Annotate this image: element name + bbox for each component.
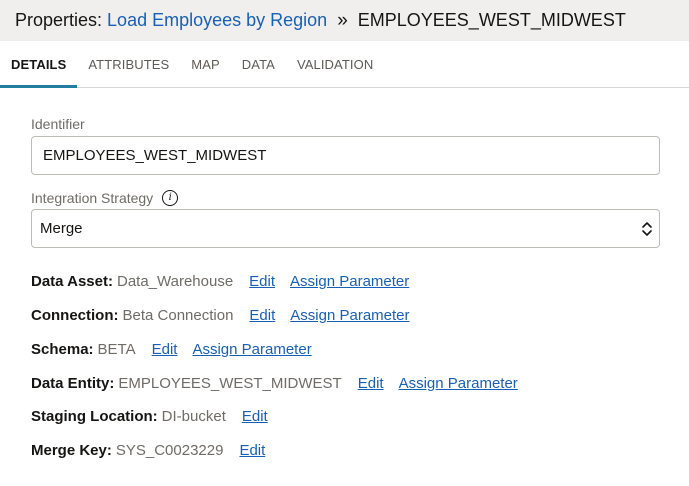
tab-attributes[interactable]: ATTRIBUTES	[88, 41, 169, 87]
property-key: Schema:	[31, 341, 94, 358]
property-value: BETA	[97, 341, 136, 358]
info-icon[interactable]: i	[162, 190, 179, 206]
property-connection: Connection: Beta Connection Edit Assign …	[31, 307, 410, 324]
integration-strategy-label-row: Integration Strategy i	[31, 189, 179, 207]
edit-schema-link[interactable]: Edit	[152, 341, 178, 358]
property-merge-key: Merge Key: SYS_C0023229 Edit	[31, 442, 265, 459]
property-key: Staging Location:	[31, 408, 158, 425]
edit-data-asset-link[interactable]: Edit	[249, 273, 275, 290]
edit-merge-key-link[interactable]: Edit	[239, 442, 265, 459]
property-value: SYS_C0023229	[115, 442, 224, 459]
edit-data-entity-link[interactable]: Edit	[358, 375, 384, 392]
chevron-up-down-icon	[642, 222, 652, 236]
properties-header: Properties: Load Employees by Region » E…	[0, 0, 689, 41]
tab-data[interactable]: DATA	[242, 41, 275, 87]
edit-staging-location-link[interactable]: Edit	[242, 408, 268, 425]
property-schema: Schema: BETA Edit Assign Parameter	[31, 341, 312, 358]
identifier-label: Identifier	[31, 116, 85, 132]
property-data-entity: Data Entity: EMPLOYEES_WEST_MIDWEST Edit…	[31, 375, 518, 392]
operator-link[interactable]: Load Employees by Region	[107, 10, 327, 31]
integration-strategy-label: Integration Strategy	[31, 190, 154, 206]
identifier-field[interactable]: EMPLOYEES_WEST_MIDWEST	[31, 136, 660, 175]
property-key: Connection:	[31, 307, 119, 324]
property-value: EMPLOYEES_WEST_MIDWEST	[118, 375, 342, 392]
tab-validation[interactable]: VALIDATION	[297, 41, 373, 87]
tab-map[interactable]: MAP	[191, 41, 219, 87]
assign-parameter-connection-link[interactable]: Assign Parameter	[290, 307, 409, 324]
tab-bar: DETAILS ATTRIBUTES MAP DATA VALIDATION	[0, 41, 689, 88]
property-value: DI-bucket	[161, 408, 226, 425]
property-value: Beta Connection	[122, 307, 234, 324]
integration-strategy-value: Merge	[40, 220, 83, 237]
tab-details[interactable]: DETAILS	[0, 41, 78, 88]
property-key: Data Entity:	[31, 375, 115, 392]
entity-title: EMPLOYEES_WEST_MIDWEST	[357, 10, 626, 30]
property-staging-location: Staging Location: DI-bucket Edit	[31, 408, 268, 425]
assign-parameter-data-entity-link[interactable]: Assign Parameter	[399, 375, 518, 392]
identifier-value: EMPLOYEES_WEST_MIDWEST	[43, 147, 267, 164]
assign-parameter-schema-link[interactable]: Assign Parameter	[192, 341, 311, 358]
breadcrumb-separator-icon: »	[337, 9, 348, 31]
property-value: Data_Warehouse	[116, 273, 234, 290]
property-key: Data Asset:	[31, 273, 113, 290]
integration-strategy-select[interactable]: Merge	[31, 209, 660, 248]
property-data-asset: Data Asset: Data_Warehouse Edit Assign P…	[31, 273, 409, 290]
header-prefix: Properties:	[15, 10, 103, 30]
assign-parameter-data-asset-link[interactable]: Assign Parameter	[290, 273, 409, 290]
property-key: Merge Key:	[31, 442, 112, 459]
edit-connection-link[interactable]: Edit	[249, 307, 275, 324]
